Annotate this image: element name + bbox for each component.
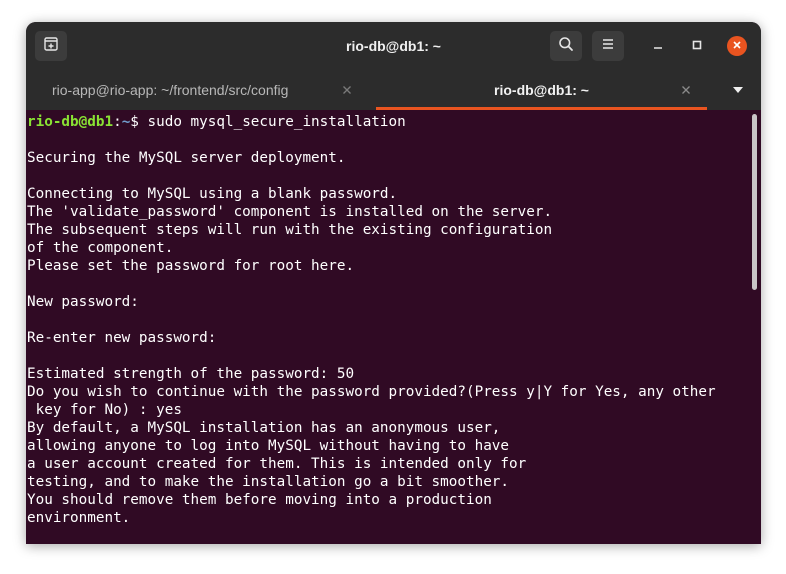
terminal-scrollbar[interactable]	[750, 110, 761, 544]
terminal-line: You should remove them before moving int…	[27, 492, 492, 508]
tab-close-button[interactable]	[678, 82, 694, 98]
terminal-line: Re-enter new password:	[27, 330, 217, 346]
minimize-button[interactable]	[648, 36, 668, 56]
terminal-line: By default, a MySQL installation has an …	[27, 420, 501, 436]
title-bar: rio-db@db1: ~	[26, 22, 761, 70]
tab-rio-app[interactable]: rio-app@rio-app: ~/frontend/src/config	[26, 70, 376, 110]
terminal-line: Connecting to MySQL using a blank passwo…	[27, 186, 398, 202]
terminal-line: key for No) : yes	[27, 402, 182, 418]
minimize-icon	[653, 37, 663, 55]
prompt-command: sudo mysql_secure_installation	[147, 114, 406, 130]
tab-list-dropdown[interactable]	[726, 82, 750, 98]
terminal-line: Please set the password for root here.	[27, 258, 355, 274]
terminal-line: Estimated strength of the password: 50	[27, 366, 355, 382]
menu-button[interactable]	[592, 31, 624, 61]
close-icon	[343, 86, 351, 94]
output-lines: Securing the MySQL server deployment. Con…	[27, 131, 749, 527]
terminal-line: allowing anyone to log into MySQL withou…	[27, 438, 510, 454]
terminal-line: environment.	[27, 510, 131, 526]
new-tab-icon	[43, 36, 59, 57]
close-icon	[682, 86, 690, 94]
close-icon	[732, 37, 742, 55]
terminal-line: testing, and to make the installation go…	[27, 474, 510, 490]
chevron-down-icon	[732, 81, 744, 99]
terminal-window: rio-db@db1: ~ rio-app@rio-app: ~/fronten…	[26, 22, 761, 544]
hamburger-menu-icon	[601, 37, 615, 56]
search-icon	[558, 36, 574, 57]
prompt-path: ~	[121, 114, 131, 130]
prompt-symbol: $	[130, 114, 148, 130]
tab-bar: rio-app@rio-app: ~/frontend/src/config r…	[26, 70, 761, 110]
tab-label: rio-db@db1: ~	[494, 82, 589, 98]
prompt-line: rio-db@db1:~$ sudo mysql_secure_installa…	[27, 113, 749, 131]
maximize-icon	[692, 37, 702, 55]
terminal-line: The subsequent steps will run with the e…	[27, 222, 553, 238]
prompt-separator: :	[113, 114, 122, 130]
maximize-button[interactable]	[687, 36, 707, 56]
terminal-line: The 'validate_password' component is ins…	[27, 204, 553, 220]
terminal-output[interactable]: rio-db@db1:~$ sudo mysql_secure_installa…	[26, 110, 761, 544]
terminal-line: New password:	[27, 294, 139, 310]
close-window-button[interactable]	[727, 36, 747, 56]
terminal-line: Securing the MySQL server deployment.	[27, 150, 346, 166]
terminal-text: rio-db@db1:~$ sudo mysql_secure_installa…	[27, 113, 749, 527]
scrollbar-thumb[interactable]	[752, 114, 757, 290]
new-tab-button[interactable]	[35, 31, 67, 61]
terminal-line: of the component.	[27, 240, 174, 256]
tab-rio-db[interactable]: rio-db@db1: ~	[376, 70, 707, 110]
search-button[interactable]	[550, 31, 582, 61]
terminal-line: Do you wish to continue with the passwor…	[27, 384, 716, 400]
prompt-user-host: rio-db@db1	[27, 114, 114, 130]
tab-label: rio-app@rio-app: ~/frontend/src/config	[52, 82, 289, 98]
tab-close-button[interactable]	[339, 82, 355, 98]
terminal-line: a user account created for them. This is…	[27, 456, 527, 472]
